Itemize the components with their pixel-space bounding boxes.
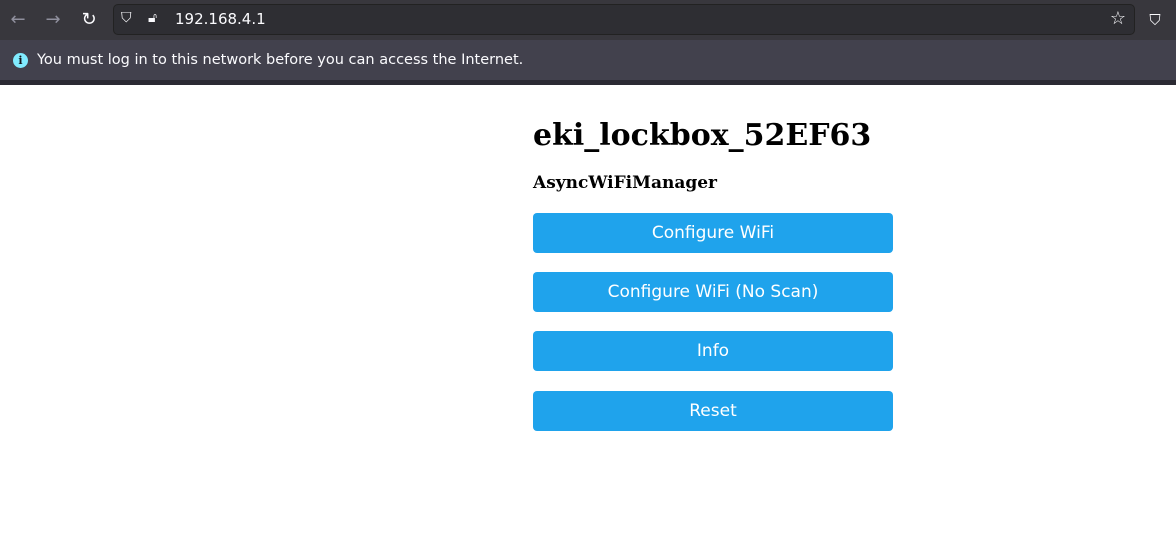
- info-button[interactable]: Info: [533, 331, 893, 371]
- shield-icon[interactable]: ⛉: [121, 10, 132, 26]
- url-bar[interactable]: ⛉ 🔓︎ 192.168.4.1 ☆: [113, 4, 1135, 35]
- url-text[interactable]: 192.168.4.1: [175, 10, 266, 28]
- browser-toolbar: ← → ↻ ⛉ 🔓︎ 192.168.4.1 ☆ ⛉: [0, 0, 1176, 40]
- insecure-lock-icon[interactable]: 🔓︎: [148, 10, 157, 26]
- configure-wifi-button[interactable]: Configure WiFi: [533, 213, 893, 253]
- configure-wifi-no-scan-button[interactable]: Configure WiFi (No Scan): [533, 272, 893, 312]
- notification-text: You must log in to this network before y…: [37, 52, 524, 68]
- page-content: eki_lockbox_52EF63 AsyncWiFiManager Conf…: [533, 85, 893, 431]
- page-subtitle: AsyncWiFiManager: [533, 173, 717, 193]
- reset-button[interactable]: Reset: [533, 391, 893, 431]
- reload-icon[interactable]: ↻: [77, 8, 101, 32]
- info-icon: i: [13, 52, 28, 68]
- back-arrow-icon[interactable]: ←: [6, 8, 30, 32]
- captive-portal-notification: i You must log in to this network before…: [0, 40, 1176, 80]
- star-icon[interactable]: ☆: [1110, 8, 1126, 29]
- page-title: eki_lockbox_52EF63: [533, 118, 872, 153]
- pocket-icon[interactable]: ⛉: [1143, 8, 1167, 32]
- forward-arrow-icon[interactable]: →: [41, 8, 65, 32]
